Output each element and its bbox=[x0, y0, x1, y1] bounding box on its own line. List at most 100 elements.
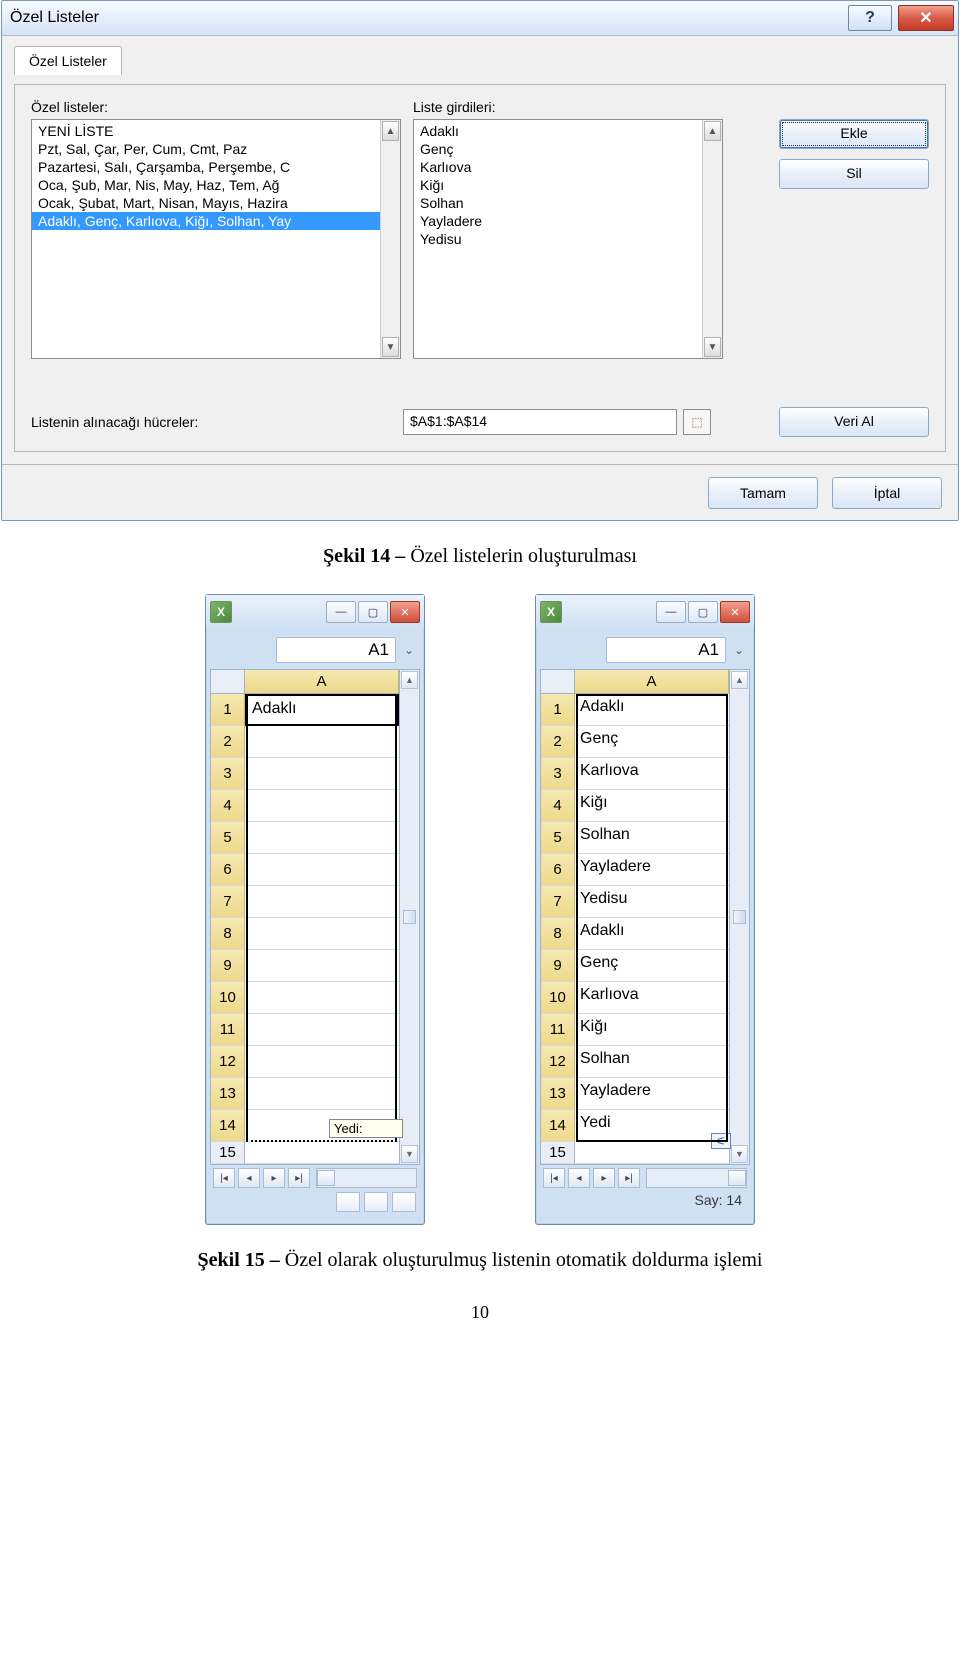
range-picker-icon[interactable]: ⬚ bbox=[683, 409, 711, 435]
row-header[interactable]: 13 bbox=[541, 1078, 575, 1110]
cell[interactable] bbox=[245, 758, 399, 790]
row-header[interactable]: 9 bbox=[541, 950, 575, 982]
row-header[interactable]: 13 bbox=[211, 1078, 245, 1110]
view-break-icon[interactable] bbox=[392, 1192, 416, 1212]
row-header[interactable]: 10 bbox=[541, 982, 575, 1014]
name-box[interactable]: A1 bbox=[276, 637, 396, 663]
horizontal-scrollbar[interactable] bbox=[646, 1168, 747, 1188]
scroll-thumb[interactable] bbox=[728, 1170, 746, 1186]
list-item[interactable]: YENİ LİSTE bbox=[32, 122, 380, 140]
name-box[interactable]: A1 bbox=[606, 637, 726, 663]
cell[interactable] bbox=[245, 950, 399, 982]
list-item[interactable]: Oca, Şub, Mar, Nis, May, Haz, Tem, Ağ bbox=[32, 176, 380, 194]
column-header[interactable]: A bbox=[245, 670, 399, 694]
cell[interactable] bbox=[245, 1078, 399, 1110]
vertical-scrollbar[interactable]: ▲ ▼ bbox=[730, 669, 750, 1165]
close-icon[interactable]: ✕ bbox=[390, 601, 420, 623]
row-header[interactable]: 6 bbox=[211, 854, 245, 886]
spreadsheet-grid[interactable]: A 1Adaklı 2 3 4 5 6 7 8 9 10 11 12 bbox=[210, 669, 400, 1165]
minimize-icon[interactable]: — bbox=[326, 601, 356, 623]
row-header[interactable]: 4 bbox=[541, 790, 575, 822]
cell[interactable]: Karlıova bbox=[575, 982, 729, 1014]
ok-button[interactable]: Tamam bbox=[708, 477, 818, 509]
row-header[interactable]: 7 bbox=[211, 886, 245, 918]
row-header[interactable]: 12 bbox=[211, 1046, 245, 1078]
list-item[interactable]: Pazartesi, Salı, Çarşamba, Perşembe, C bbox=[32, 158, 380, 176]
row-header[interactable]: 2 bbox=[211, 726, 245, 758]
scroll-down-icon[interactable]: ▼ bbox=[731, 1145, 748, 1163]
help-icon[interactable]: ? bbox=[848, 5, 892, 31]
nav-prev-icon[interactable]: ◂ bbox=[238, 1168, 260, 1188]
nav-first-icon[interactable]: |◂ bbox=[543, 1168, 565, 1188]
cell[interactable]: Adaklı bbox=[575, 918, 729, 950]
row-header[interactable]: 4 bbox=[211, 790, 245, 822]
list-entries-listbox[interactable]: Adaklı Genç Karlıova Kiğı Solhan Yaylade… bbox=[413, 119, 723, 359]
cell[interactable] bbox=[245, 854, 399, 886]
cell[interactable]: Yedi⚟ bbox=[575, 1110, 729, 1142]
scroll-thumb[interactable] bbox=[733, 910, 746, 924]
cell[interactable]: Genç bbox=[575, 950, 729, 982]
cell[interactable]: Yayladere bbox=[575, 1078, 729, 1110]
close-icon[interactable]: ✕ bbox=[720, 601, 750, 623]
cell[interactable] bbox=[245, 726, 399, 758]
custom-lists-listbox[interactable]: YENİ LİSTE Pzt, Sal, Çar, Per, Cum, Cmt,… bbox=[31, 119, 401, 359]
maximize-icon[interactable]: ▢ bbox=[688, 601, 718, 623]
row-header[interactable]: 14 bbox=[541, 1110, 575, 1142]
cell[interactable]: Adaklı bbox=[245, 694, 399, 726]
cell[interactable] bbox=[245, 918, 399, 950]
minimize-icon[interactable]: — bbox=[656, 601, 686, 623]
cell[interactable] bbox=[245, 1046, 399, 1078]
row-header[interactable]: 1 bbox=[211, 694, 245, 726]
scroll-down-icon[interactable]: ▼ bbox=[382, 337, 399, 357]
cell[interactable] bbox=[245, 886, 399, 918]
row-header[interactable]: 5 bbox=[211, 822, 245, 854]
cell[interactable] bbox=[245, 822, 399, 854]
cell[interactable] bbox=[245, 1014, 399, 1046]
cell[interactable]: Yedisu bbox=[575, 886, 729, 918]
cell[interactable]: Genç bbox=[575, 726, 729, 758]
close-icon[interactable]: ✕ bbox=[898, 5, 954, 31]
view-normal-icon[interactable] bbox=[336, 1192, 360, 1212]
row-header[interactable]: 7 bbox=[541, 886, 575, 918]
vertical-scrollbar[interactable]: ▲ ▼ bbox=[400, 669, 420, 1165]
scroll-down-icon[interactable]: ▼ bbox=[704, 337, 721, 357]
row-header[interactable]: 15 bbox=[541, 1142, 575, 1164]
cell[interactable]: Kiğı bbox=[575, 790, 729, 822]
row-header[interactable]: 9 bbox=[211, 950, 245, 982]
scroll-up-icon[interactable]: ▲ bbox=[401, 671, 418, 689]
row-header[interactable]: 3 bbox=[211, 758, 245, 790]
scroll-up-icon[interactable]: ▲ bbox=[731, 671, 748, 689]
scroll-thumb[interactable] bbox=[317, 1170, 335, 1186]
nav-prev-icon[interactable]: ◂ bbox=[568, 1168, 590, 1188]
cell[interactable] bbox=[245, 790, 399, 822]
cell[interactable] bbox=[245, 982, 399, 1014]
scrollbar[interactable]: ▲ ▼ bbox=[380, 120, 400, 358]
row-header[interactable]: 2 bbox=[541, 726, 575, 758]
scroll-up-icon[interactable]: ▲ bbox=[382, 121, 399, 141]
cell[interactable]: Kiğı bbox=[575, 1014, 729, 1046]
row-header[interactable]: 12 bbox=[541, 1046, 575, 1078]
view-layout-icon[interactable] bbox=[364, 1192, 388, 1212]
row-header[interactable]: 8 bbox=[541, 918, 575, 950]
select-all-corner[interactable] bbox=[211, 670, 245, 694]
list-item[interactable]: Ocak, Şubat, Mart, Nisan, Mayıs, Hazira bbox=[32, 194, 380, 212]
delete-button[interactable]: Sil bbox=[779, 159, 929, 189]
list-item[interactable]: Adaklı, Genç, Karlıova, Kiğı, Solhan, Ya… bbox=[32, 212, 380, 230]
row-header[interactable]: 6 bbox=[541, 854, 575, 886]
cell[interactable] bbox=[245, 1142, 399, 1164]
cell[interactable]: Karlıova bbox=[575, 758, 729, 790]
row-header[interactable]: 5 bbox=[541, 822, 575, 854]
spreadsheet-grid[interactable]: A 1Adaklı 2Genç 3Karlıova 4Kiğı 5Solhan … bbox=[540, 669, 730, 1165]
nav-next-icon[interactable]: ▸ bbox=[263, 1168, 285, 1188]
row-header[interactable]: 15 bbox=[211, 1142, 245, 1164]
horizontal-scrollbar[interactable] bbox=[316, 1168, 417, 1188]
chevron-down-icon[interactable]: ⌄ bbox=[730, 637, 748, 663]
row-header[interactable]: 1 bbox=[541, 694, 575, 726]
import-button[interactable]: Veri Al bbox=[779, 407, 929, 437]
cell[interactable]: Adaklı bbox=[575, 694, 729, 726]
list-item[interactable]: Pzt, Sal, Çar, Per, Cum, Cmt, Paz bbox=[32, 140, 380, 158]
row-header[interactable]: 11 bbox=[211, 1014, 245, 1046]
scrollbar[interactable]: ▲ ▼ bbox=[702, 120, 722, 358]
scroll-down-icon[interactable]: ▼ bbox=[401, 1145, 418, 1163]
nav-first-icon[interactable]: |◂ bbox=[213, 1168, 235, 1188]
